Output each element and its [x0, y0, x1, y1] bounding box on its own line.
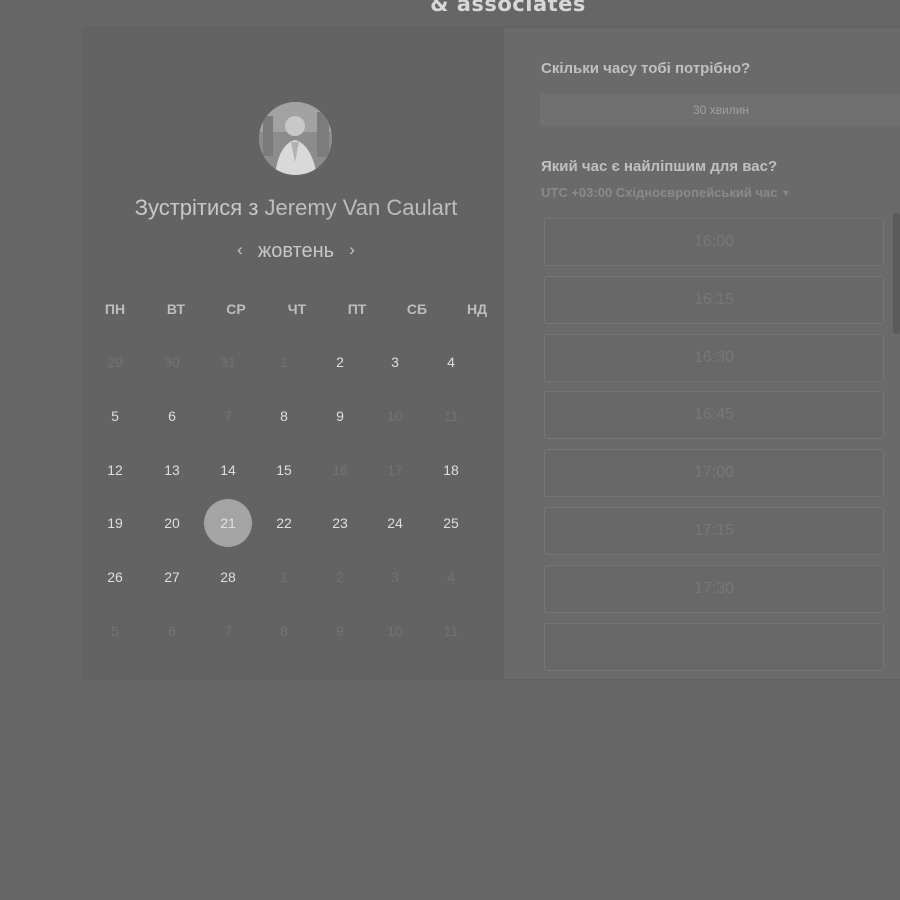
calendar-day[interactable]: 5 — [91, 392, 139, 440]
weekday-label: ПТ — [347, 301, 367, 317]
calendar-day[interactable]: 19 — [91, 499, 139, 547]
calendar-day[interactable]: 23 — [316, 499, 364, 547]
calendar-day: 10 — [387, 623, 403, 639]
calendar-day[interactable]: 14 — [204, 446, 252, 494]
timezone-label: UTC +03:00 Східноєвропейський час — [541, 185, 778, 200]
calendar-day: 11 — [443, 408, 459, 424]
time-slot-button[interactable]: 16:00 — [544, 218, 884, 266]
calendar-day[interactable]: 25 — [427, 499, 475, 547]
calendar-day: 1 — [280, 569, 288, 585]
time-question: Який час є найліпшим для вас? — [541, 158, 778, 175]
calendar-day: 11 — [443, 623, 459, 639]
calendar-day[interactable]: 24 — [371, 499, 419, 547]
month-navigation: ‹ жовтень › — [84, 240, 508, 263]
time-slot-button[interactable]: 17:00 — [544, 449, 884, 498]
calendar-day: 29 — [107, 354, 123, 370]
brand-wordmark: & associates — [430, 0, 586, 16]
calendar-day[interactable]: 2 — [316, 338, 364, 386]
calendar-day: 3 — [391, 569, 399, 585]
calendar-day: 7 — [224, 623, 232, 639]
calendar-day: 17 — [387, 462, 403, 478]
time-slot-button[interactable]: 17:30 — [544, 564, 884, 613]
calendar-day[interactable]: 13 — [148, 446, 196, 494]
calendar-day: 16 — [332, 462, 348, 478]
calendar-day: 10 — [387, 408, 403, 424]
calendar-day[interactable]: 15 — [260, 446, 308, 494]
time-slot-button[interactable]: 16:30 — [544, 333, 884, 382]
time-slot-scrollbar[interactable] — [893, 213, 900, 334]
caret-down-icon: ▼ — [781, 188, 791, 198]
time-slot-list: 16:00 16:15 16:30 16:45 17:00 17:15 17:30 — [540, 212, 892, 679]
calendar-day: 1 — [280, 354, 288, 370]
calendar-day: 8 — [280, 623, 288, 639]
weekday-label: ВТ — [166, 301, 186, 317]
weekday-label: СБ — [406, 301, 428, 317]
calendar-day[interactable]: 26 — [91, 553, 139, 601]
calendar-day[interactable]: 28 — [204, 553, 252, 601]
weekday-label: ЧТ — [287, 301, 307, 317]
calendar-day[interactable]: 18 — [427, 446, 475, 494]
meeting-title: Зустрітися з Jeremy Van Caulart — [84, 195, 508, 221]
calendar-day: 30 — [164, 354, 180, 370]
calendar-day: 2 — [336, 569, 344, 585]
chevron-right-icon[interactable]: › — [342, 240, 362, 260]
timezone-dropdown[interactable]: UTC +03:00 Східноєвропейський час ▼ — [541, 185, 790, 200]
calendar-day: 9 — [336, 623, 344, 639]
calendar-day[interactable]: 20 — [148, 499, 196, 547]
calendar-day: 7 — [224, 408, 232, 424]
weekday-label: ПН — [104, 301, 126, 317]
calendar-day[interactable]: 22 — [260, 499, 308, 547]
weekday-label: НД — [466, 301, 488, 317]
calendar-day[interactable]: 27 — [148, 553, 196, 601]
calendar-day-selected[interactable]: 21 — [204, 499, 252, 547]
chevron-left-icon[interactable]: ‹ — [230, 240, 250, 260]
calendar-day[interactable]: 9 — [316, 392, 364, 440]
calendar-day[interactable]: 6 — [148, 392, 196, 440]
calendar-day: 6 — [168, 623, 176, 639]
time-slot-button[interactable] — [544, 622, 884, 671]
meeting-title-prefix: Зустрітися з — [134, 195, 265, 220]
duration-value: 30 хвилин — [692, 103, 750, 117]
host-name: Jeremy Van Caulart — [264, 195, 458, 220]
weekday-label: СР — [226, 301, 246, 317]
time-slot-button[interactable]: 16:15 — [544, 275, 884, 324]
calendar-day[interactable]: 3 — [371, 338, 419, 386]
time-slot-button[interactable]: 16:45 — [544, 391, 884, 440]
calendar-day[interactable]: 12 — [91, 446, 139, 494]
calendar-day[interactable]: 4 — [427, 338, 475, 386]
calendar-day: 4 — [447, 569, 455, 585]
duration-question: Скільки часу тобі потрібно? — [541, 60, 751, 77]
calendar-day: 5 — [111, 623, 119, 639]
host-avatar — [259, 102, 332, 175]
calendar-day[interactable]: 8 — [260, 392, 308, 440]
month-label: жовтень — [257, 240, 335, 262]
time-slot-button[interactable]: 17:15 — [544, 507, 884, 555]
duration-selector[interactable]: 30 хвилин — [540, 94, 900, 126]
calendar-day: 31 — [220, 354, 236, 370]
